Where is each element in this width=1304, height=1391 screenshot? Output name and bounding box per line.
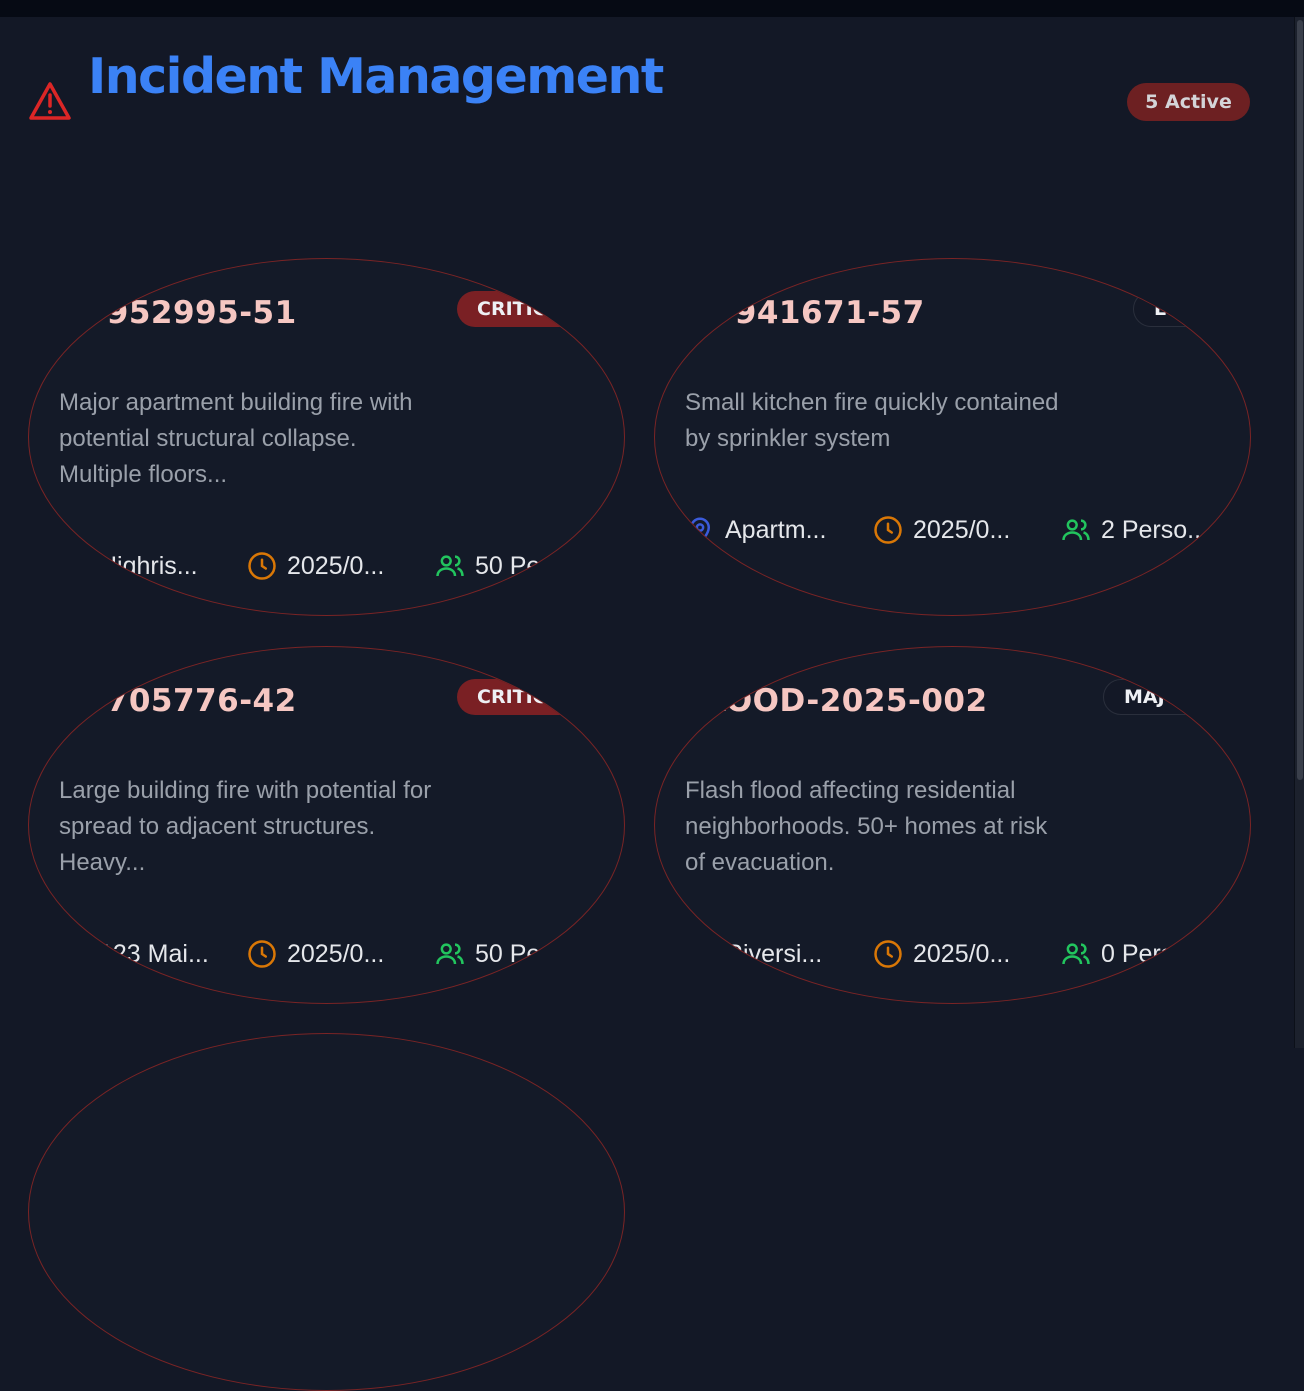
incident-description: Flash flood affecting residential neighb… <box>685 777 1048 876</box>
incident-card[interactable]: IR-705776-42 CRITICAL Large building fir… <box>28 646 625 1004</box>
severity-badge: LOW <box>1133 291 1224 327</box>
incident-time: 2025/0... <box>247 551 384 581</box>
personnel-text: 2 Perso... <box>1101 515 1208 544</box>
incident-description: Major apartment building fire with poten… <box>59 389 413 488</box>
incident-personnel: 50 Pers <box>435 551 561 581</box>
time-text: 2025/0... <box>913 939 1011 968</box>
clock-icon <box>874 516 902 544</box>
incident-id: IR-705776-42 <box>57 683 297 719</box>
personnel-text: 0 Perso <box>1101 939 1188 968</box>
personnel-text: 50 Pers <box>475 939 562 968</box>
time-text: 2025/0... <box>287 551 385 580</box>
incident-location: Apartm... <box>685 515 826 545</box>
active-count-badge: 5 Active <box>1127 83 1250 121</box>
clock-icon <box>248 552 276 580</box>
severity-badge: CRITICAL <box>457 679 594 715</box>
incident-description: Small kitchen fire quickly contained by … <box>685 389 1059 452</box>
clock-icon <box>248 940 276 968</box>
severity-badge: CRITICAL <box>457 291 594 327</box>
incident-personnel: 2 Perso... <box>1061 515 1208 545</box>
page-title: Incident Management <box>88 48 664 105</box>
severity-badge: MAJOR <box>1103 679 1217 715</box>
map-pin-icon <box>63 941 85 969</box>
users-icon <box>436 555 464 577</box>
scrollbar-thumb[interactable] <box>1297 20 1303 780</box>
incident-card[interactable]: IR-941671-57 LOW Small kitchen fire quic… <box>654 258 1251 616</box>
time-text: 2025/0... <box>287 939 385 968</box>
incident-description: Large building fire with potential for s… <box>59 777 432 876</box>
incident-time: 2025/0... <box>247 939 384 969</box>
users-icon <box>1062 519 1090 541</box>
incident-id: IR-952995-51 <box>57 295 297 331</box>
location-text: 123 Mai... <box>99 939 209 968</box>
incident-location: 123 Mai... <box>59 939 209 969</box>
incident-card-partial[interactable] <box>28 1033 625 1391</box>
location-text: Apartm... <box>725 515 827 544</box>
incident-id: FLOOD-2025-002 <box>685 683 988 719</box>
incident-personnel: 0 Perso <box>1061 939 1187 969</box>
incident-card[interactable]: FLOOD-2025-002 MAJOR Flash flood affecti… <box>654 646 1251 1004</box>
location-text: Riversi... <box>725 939 823 968</box>
location-text: Highris... <box>99 551 198 580</box>
window-top-bar <box>0 0 1304 17</box>
map-pin-icon <box>63 553 85 581</box>
users-icon <box>436 943 464 965</box>
users-icon <box>1062 943 1090 965</box>
incident-location: Riversi... <box>685 939 822 969</box>
warning-triangle-icon <box>29 82 71 120</box>
map-pin-icon <box>689 941 711 969</box>
incident-card[interactable]: IR-952995-51 CRITICAL Major apartment bu… <box>28 258 625 616</box>
personnel-text: 50 Pers <box>475 551 562 580</box>
incident-personnel: 50 Pers <box>435 939 561 969</box>
incident-location: Highris... <box>59 551 198 581</box>
clock-icon <box>874 940 902 968</box>
incident-time: 2025/0... <box>873 939 1010 969</box>
incident-time: 2025/0... <box>873 515 1010 545</box>
map-pin-icon <box>689 517 711 545</box>
incident-id: IR-941671-57 <box>685 295 925 331</box>
time-text: 2025/0... <box>913 515 1011 544</box>
